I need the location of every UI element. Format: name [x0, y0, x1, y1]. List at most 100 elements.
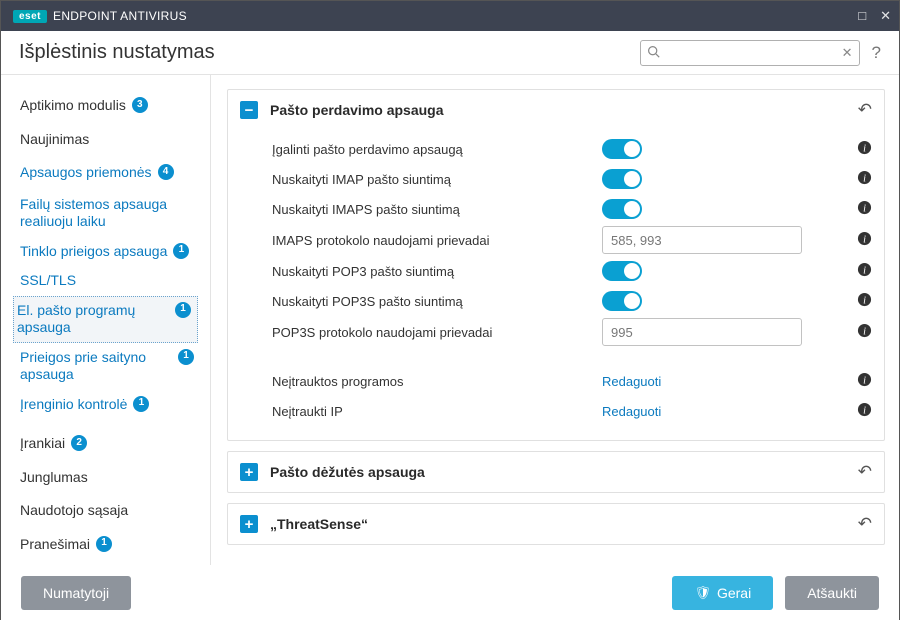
- svg-text:i: i: [863, 143, 866, 154]
- panel-header-mailbox[interactable]: + Pašto dėžutės apsauga ↶: [228, 452, 884, 492]
- svg-text:i: i: [863, 203, 866, 214]
- info-icon[interactable]: i: [857, 170, 872, 188]
- sidebar-item-sasaja[interactable]: Naudotojo sąsaja: [1, 494, 202, 528]
- search-box: ✕: [640, 40, 860, 66]
- sidebar-item-tinklo[interactable]: Tinklo prieigos apsauga 1: [1, 237, 202, 267]
- badge: 1: [96, 536, 112, 552]
- sidebar-label: Naudotojo sąsaja: [20, 502, 128, 520]
- sidebar-item-ssl[interactable]: SSL/TLS: [1, 266, 202, 296]
- pop3s-ports-input[interactable]: [602, 318, 802, 346]
- content: − Pašto perdavimo apsauga ↶ Įgalinti paš…: [211, 75, 899, 565]
- row-imap: Nuskaityti IMAP pašto siuntimą i: [272, 164, 872, 194]
- svg-text:i: i: [863, 265, 866, 276]
- cancel-button[interactable]: Atšaukti: [785, 576, 879, 610]
- sidebar-label: Tinklo prieigos apsauga: [20, 243, 167, 261]
- header: Išplėstinis nustatymas ✕ ?: [1, 31, 899, 75]
- sidebar-label: Apsaugos priemonės: [20, 164, 152, 182]
- revert-icon[interactable]: ↶: [858, 514, 872, 534]
- ok-button[interactable]: 🛡 Gerai: [672, 576, 773, 610]
- sidebar: Aptikimo modulis 3 Naujinimas Apsaugos p…: [1, 75, 211, 565]
- brand-badge: eset: [13, 10, 47, 23]
- badge: 1: [175, 302, 191, 318]
- row-pop3: Nuskaityti POP3 pašto siuntimą i: [272, 256, 872, 286]
- product-name: ENDPOINT ANTIVIRUS: [53, 9, 187, 23]
- row-label: Nuskaityti POP3 pašto siuntimą: [272, 264, 602, 279]
- row-pop3s-ports: POP3S protokolo naudojami prievadai i: [272, 316, 872, 348]
- button-label: Gerai: [717, 585, 751, 601]
- svg-text:i: i: [863, 326, 866, 337]
- info-icon[interactable]: i: [857, 372, 872, 390]
- sidebar-item-prieigos[interactable]: Prieigos prie saityno apsauga 1: [1, 343, 202, 390]
- footer: Numatytoji 🛡 Gerai Atšaukti: [1, 565, 899, 621]
- imaps-ports-input[interactable]: [602, 226, 802, 254]
- sidebar-label: Įrenginio kontrolė: [20, 396, 127, 414]
- sidebar-label: Aptikimo modulis: [20, 97, 126, 115]
- default-button[interactable]: Numatytoji: [21, 576, 131, 610]
- badge: 1: [173, 243, 189, 259]
- titlebar: eset ENDPOINT ANTIVIRUS □ ✕: [1, 1, 899, 31]
- edit-excluded-ips-link[interactable]: Redaguoti: [602, 404, 661, 419]
- info-icon[interactable]: i: [857, 200, 872, 218]
- panel-transport: − Pašto perdavimo apsauga ↶ Įgalinti paš…: [227, 89, 885, 441]
- info-icon[interactable]: i: [857, 262, 872, 280]
- toggle-pop3[interactable]: [602, 261, 642, 281]
- clear-search-icon[interactable]: ✕: [842, 45, 853, 61]
- window-maximize-icon[interactable]: □: [858, 8, 866, 24]
- row-excluded-apps: Neįtrauktos programos Redaguoti i: [272, 366, 872, 396]
- sidebar-label: SSL/TLS: [20, 272, 76, 290]
- panel-mailbox: + Pašto dėžutės apsauga ↶: [227, 451, 885, 493]
- info-icon[interactable]: i: [857, 323, 872, 341]
- row-label: Neįtrauktos programos: [272, 374, 602, 389]
- edit-excluded-apps-link[interactable]: Redaguoti: [602, 374, 661, 389]
- row-label: Įgalinti pašto perdavimo apsaugą: [272, 142, 602, 157]
- toggle-pop3s[interactable]: [602, 291, 642, 311]
- info-icon[interactable]: i: [857, 231, 872, 249]
- row-enable: Įgalinti pašto perdavimo apsaugą i: [272, 134, 872, 164]
- panel-title: „ThreatSense“: [270, 516, 846, 532]
- info-icon[interactable]: i: [857, 402, 872, 420]
- panel-header-threatsense[interactable]: + „ThreatSense“ ↶: [228, 504, 884, 544]
- row-label: Nuskaityti IMAP pašto siuntimą: [272, 172, 602, 187]
- sidebar-label: Junglumas: [20, 469, 88, 487]
- info-icon[interactable]: i: [857, 140, 872, 158]
- revert-icon[interactable]: ↶: [858, 462, 872, 482]
- sidebar-item-irankiai[interactable]: Įrankiai 2: [1, 427, 202, 461]
- toggle-imaps[interactable]: [602, 199, 642, 219]
- shield-icon: 🛡: [694, 585, 711, 601]
- row-label: Neįtraukti IP: [272, 404, 602, 419]
- badge: 4: [158, 164, 174, 180]
- sidebar-label: Įrankiai: [20, 435, 65, 453]
- button-label: Numatytoji: [43, 585, 109, 601]
- sidebar-item-elpasto[interactable]: El. pašto programų apsauga 1: [13, 296, 198, 343]
- row-imaps: Nuskaityti IMAPS pašto siuntimą i: [272, 194, 872, 224]
- sidebar-item-apsaugos[interactable]: Apsaugos priemonės 4: [1, 156, 202, 190]
- sidebar-label: Naujinimas: [20, 131, 89, 149]
- panel-title: Pašto perdavimo apsauga: [270, 102, 846, 118]
- panel-body-transport: Įgalinti pašto perdavimo apsaugą i Nuska…: [228, 130, 884, 440]
- toggle-enable[interactable]: [602, 139, 642, 159]
- svg-text:i: i: [863, 295, 866, 306]
- expand-icon[interactable]: +: [240, 463, 258, 481]
- info-icon[interactable]: i: [857, 292, 872, 310]
- search-input[interactable]: [640, 40, 860, 66]
- sidebar-item-aptikimo[interactable]: Aptikimo modulis 3: [1, 89, 202, 123]
- revert-icon[interactable]: ↶: [858, 100, 872, 120]
- sidebar-label: Pranešimai: [20, 536, 90, 554]
- toggle-imap[interactable]: [602, 169, 642, 189]
- window-close-icon[interactable]: ✕: [880, 8, 891, 24]
- svg-text:i: i: [863, 234, 866, 245]
- sidebar-item-pranesimai[interactable]: Pranešimai 1: [1, 528, 202, 562]
- sidebar-item-junglumas[interactable]: Junglumas: [1, 461, 202, 495]
- sidebar-item-failu[interactable]: Failų sistemos apsauga realiuoju laiku: [1, 190, 202, 237]
- sidebar-item-irenginio[interactable]: Įrenginio kontrolė 1: [1, 390, 202, 420]
- badge: 1: [178, 349, 194, 365]
- help-icon[interactable]: ?: [872, 43, 881, 63]
- page-title: Išplėstinis nustatymas: [19, 41, 215, 64]
- panel-header-transport[interactable]: − Pašto perdavimo apsauga ↶: [228, 90, 884, 130]
- badge: 1: [133, 396, 149, 412]
- svg-text:i: i: [863, 173, 866, 184]
- sidebar-item-naujinimas[interactable]: Naujinimas: [1, 123, 202, 157]
- search-icon: [647, 45, 660, 61]
- expand-icon[interactable]: +: [240, 515, 258, 533]
- collapse-icon[interactable]: −: [240, 101, 258, 119]
